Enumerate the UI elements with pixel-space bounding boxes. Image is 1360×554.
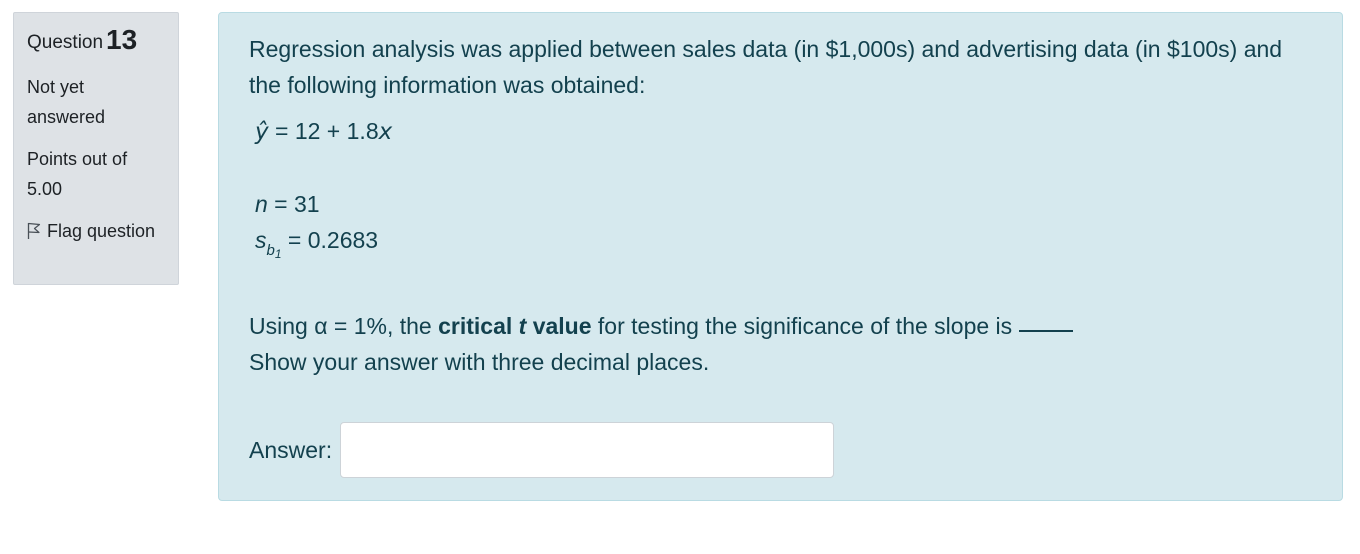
answer-label: Answer: — [249, 436, 333, 463]
sb-subscript: b — [266, 242, 275, 259]
flag-outline-icon — [27, 222, 41, 239]
prompt-bold: critical — [438, 313, 519, 339]
answer-blank-line — [1018, 310, 1073, 332]
y-hat-symbol: ŷ — [255, 119, 269, 145]
equation-rhs: = 12 + 1.8 — [268, 118, 379, 144]
n-value: = 31 — [267, 191, 320, 217]
question-grade: Points out of 5.00 — [27, 149, 128, 199]
question-instruction: Show your answer with three decimal plac… — [249, 349, 710, 375]
question-number: 13 — [106, 24, 138, 55]
sb-value: = 0.2683 — [281, 227, 379, 253]
equation-variable: x — [378, 119, 393, 145]
prompt-pre: Using α = 1%, the — [249, 313, 439, 339]
n-symbol: n — [255, 191, 268, 217]
question-info-panel: Question 13 Not yet answered Points out o… — [13, 12, 179, 285]
regression-equation: ŷ = 12 + 1.8x — [249, 113, 1312, 150]
flag-question-link[interactable]: Flag question — [27, 216, 165, 246]
sample-size-line: n = 31 — [249, 186, 1312, 222]
question-prompt: Using α = 1%, the critical t value for t… — [249, 308, 1312, 344]
question-content-panel: Regression analysis was applied between … — [218, 12, 1343, 501]
question-label: Question — [27, 32, 104, 53]
flag-question-label[interactable]: Flag question — [47, 216, 155, 246]
question-intro-text: Regression analysis was applied between … — [249, 36, 1283, 98]
sb-symbol: s — [255, 227, 267, 253]
question-number-heading: Question 13 — [27, 25, 165, 58]
question-state: Not yet answered — [27, 77, 106, 127]
sb-subsubscript: 1 — [274, 247, 282, 261]
answer-input[interactable] — [340, 422, 835, 478]
answer-row: Answer: — [249, 422, 1312, 478]
slope-std-error-line: sb1 = 0.2683 — [249, 222, 1312, 272]
prompt-bold-after: value — [526, 313, 592, 339]
prompt-post: for testing the significance of the slop… — [591, 313, 1019, 339]
